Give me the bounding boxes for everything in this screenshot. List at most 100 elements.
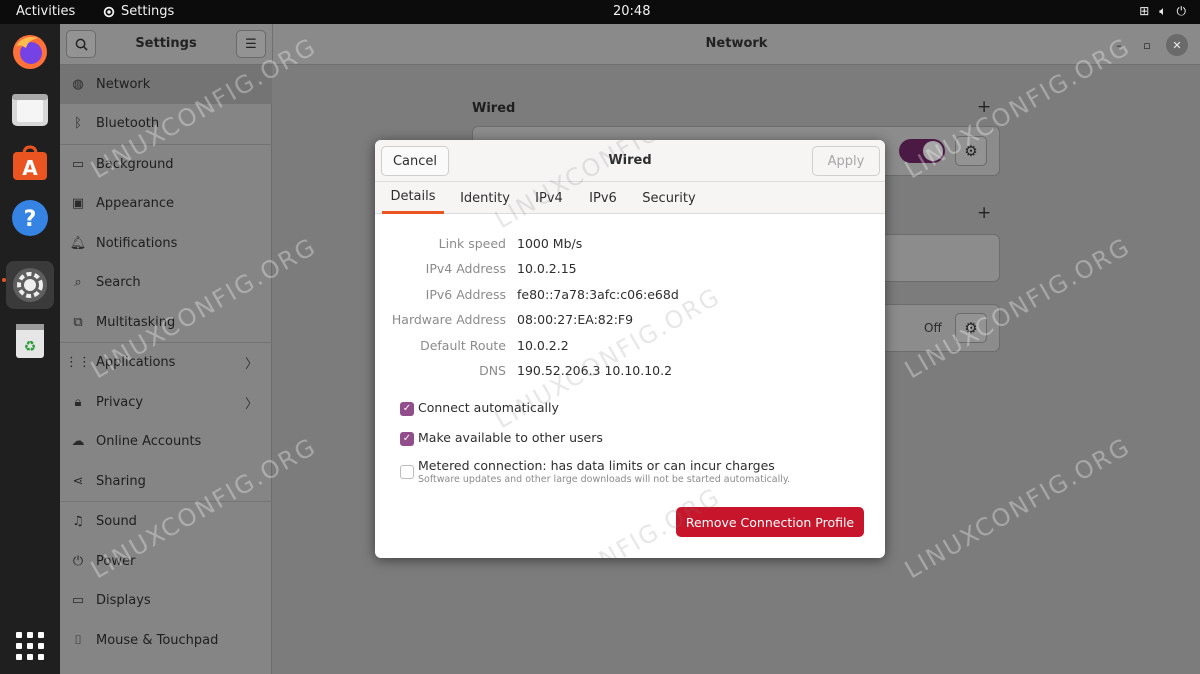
app-menu[interactable]: Settings: [102, 4, 174, 19]
sidebar-item-displays[interactable]: ▭ Displays: [60, 581, 272, 620]
sidebar-item-label: Appearance: [96, 196, 175, 211]
globe-icon: ◍: [72, 77, 84, 92]
lock-icon: 🔒︎: [74, 395, 82, 410]
minimize-button[interactable]: –: [1108, 34, 1130, 56]
connect-automatically-label[interactable]: Connect automatically: [418, 400, 559, 415]
page-title: Network: [705, 36, 768, 51]
sidebar-header: Settings ☰: [60, 24, 272, 65]
sidebar-item-notifications[interactable]: 🔔︎ Notifications: [60, 224, 272, 263]
appearance-icon: ▣: [71, 196, 85, 211]
files-launcher[interactable]: [6, 86, 54, 134]
metered-connection-label[interactable]: Metered connection: has data limits or c…: [418, 458, 775, 473]
sidebar-item-online-accounts[interactable]: ☁ Online Accounts: [60, 422, 272, 461]
help-icon: ?: [12, 200, 48, 236]
sidebar-item-privacy[interactable]: 🔒︎ Privacy 〉: [60, 383, 272, 422]
chevron-right-icon: 〉: [244, 357, 258, 372]
multitasking-icon: ⧉: [73, 315, 83, 330]
proxy-settings-button[interactable]: ⚙: [955, 313, 987, 343]
available-to-others-label[interactable]: Make available to other users: [418, 430, 603, 445]
sidebar-item-label: Online Accounts: [96, 434, 202, 449]
sidebar-item-appearance[interactable]: ▣ Appearance: [60, 184, 272, 223]
maximize-icon: ▫: [1143, 38, 1151, 52]
plus-icon: +: [977, 203, 992, 223]
main-header: Network – ▫ ✕: [272, 24, 1200, 65]
activities-button[interactable]: Activities: [16, 4, 75, 19]
wired-settings-button[interactable]: ⚙: [955, 136, 987, 166]
detail-value: 10.0.2.15: [517, 261, 577, 276]
sidebar-item-power[interactable]: ⏻ Power: [60, 542, 272, 581]
sidebar-item-search[interactable]: ⌕ Search: [60, 263, 272, 302]
tab-ipv4[interactable]: IPv4: [527, 182, 571, 214]
sidebar-item-background[interactable]: ▭ Background: [60, 145, 272, 184]
detail-key: IPv6 Address: [425, 287, 506, 302]
clock[interactable]: 20:48: [613, 4, 650, 19]
sidebar-item-label: Network: [96, 77, 151, 92]
close-button[interactable]: ✕: [1166, 34, 1188, 56]
top-bar: Activities Settings 20:48 ⊞ 🔈︎ ⏻: [0, 0, 1200, 24]
wired-toggle[interactable]: [899, 139, 945, 163]
app-name: Settings: [121, 4, 175, 19]
detail-key: IPv4 Address: [425, 261, 506, 276]
sidebar-item-label: Power: [96, 554, 136, 569]
files-icon: [12, 94, 48, 126]
apps-icon: ⋮⋮: [65, 355, 91, 370]
detail-default-route: Default Route 10.0.2.2: [375, 338, 885, 358]
detail-key: Hardware Address: [391, 312, 506, 327]
maximize-button[interactable]: ▫: [1136, 34, 1158, 56]
software-store-icon: A: [13, 145, 47, 180]
sidebar-item-sharing[interactable]: ⋖ Sharing: [60, 462, 272, 501]
svg-text:♻: ♻: [24, 339, 37, 355]
remove-connection-button[interactable]: Remove Connection Profile: [676, 507, 864, 537]
minimize-icon: –: [1116, 38, 1122, 52]
software-launcher[interactable]: A: [6, 140, 54, 188]
sidebar: ◍ Network ᛒ Bluetooth ▭ Background ▣ Appeara…: [60, 65, 272, 674]
firefox-launcher[interactable]: [6, 28, 54, 76]
sidebar-item-label: Bluetooth: [96, 116, 160, 131]
sidebar-item-bluetooth[interactable]: ᛒ Bluetooth: [60, 104, 272, 143]
gear-icon: ⚙: [964, 142, 978, 160]
detail-value: 08:00:27:EA:82:F9: [517, 312, 634, 327]
show-apps-icon[interactable]: [16, 632, 44, 660]
sidebar-item-label: Applications: [96, 355, 176, 370]
detail-value: 10.0.2.2: [517, 338, 569, 353]
available-to-others-checkbox[interactable]: ✓: [400, 432, 414, 446]
tab-details[interactable]: Details: [382, 182, 444, 214]
sidebar-item-mouse-touchpad[interactable]: ⌷ Mouse & Touchpad: [60, 621, 272, 660]
sidebar-item-label: Notifications: [96, 236, 178, 251]
settings-launcher[interactable]: [6, 261, 54, 309]
trash-launcher[interactable]: ♻: [6, 316, 54, 364]
tab-ipv6[interactable]: IPv6: [581, 182, 625, 214]
mouse-icon: ⌷: [74, 633, 82, 648]
detail-ipv6: IPv6 Address fe80::7a78:3afc:c06:e68d: [375, 287, 885, 307]
add-wired-button[interactable]: +: [977, 97, 991, 117]
menu-button[interactable]: ☰: [236, 30, 266, 58]
sidebar-item-sound[interactable]: ♫ Sound: [60, 502, 272, 541]
background-icon: ▭: [71, 157, 85, 172]
display-icon: ▭: [71, 593, 85, 608]
apply-button[interactable]: Apply: [812, 146, 880, 176]
connect-automatically-checkbox[interactable]: ✓: [400, 402, 414, 416]
cancel-button[interactable]: Cancel: [381, 146, 449, 176]
sidebar-item-label: Search: [96, 275, 141, 290]
close-icon: ✕: [1172, 38, 1182, 52]
tab-security[interactable]: Security: [637, 182, 701, 214]
sidebar-item-label: Sound: [96, 514, 137, 529]
chevron-right-icon: 〉: [244, 397, 258, 412]
search-icon: ⌕: [74, 275, 82, 290]
tab-identity[interactable]: Identity: [453, 182, 517, 214]
system-tray[interactable]: ⊞ 🔈︎ ⏻: [1139, 4, 1186, 19]
music-note-icon: ♫: [72, 514, 84, 529]
detail-dns: DNS 190.52.206.3 10.10.10.2: [375, 363, 885, 383]
add-vpn-button[interactable]: +: [977, 203, 991, 223]
detail-value: 190.52.206.3 10.10.10.2: [517, 363, 673, 378]
network-icon: ⊞: [1139, 4, 1150, 18]
sidebar-item-multitasking[interactable]: ⧉ Multitasking: [60, 303, 272, 342]
help-launcher[interactable]: ?: [6, 194, 54, 242]
sidebar-item-applications[interactable]: ⋮⋮ Applications 〉: [60, 343, 272, 382]
sidebar-item-network[interactable]: ◍ Network: [60, 65, 272, 104]
detail-key: DNS: [479, 363, 506, 378]
bell-icon: 🔔︎: [69, 236, 87, 251]
detail-value: fe80::7a78:3afc:c06:e68d: [517, 287, 679, 302]
detail-link-speed: Link speed 1000 Mb/s: [375, 236, 885, 256]
metered-connection-checkbox[interactable]: [400, 465, 414, 479]
